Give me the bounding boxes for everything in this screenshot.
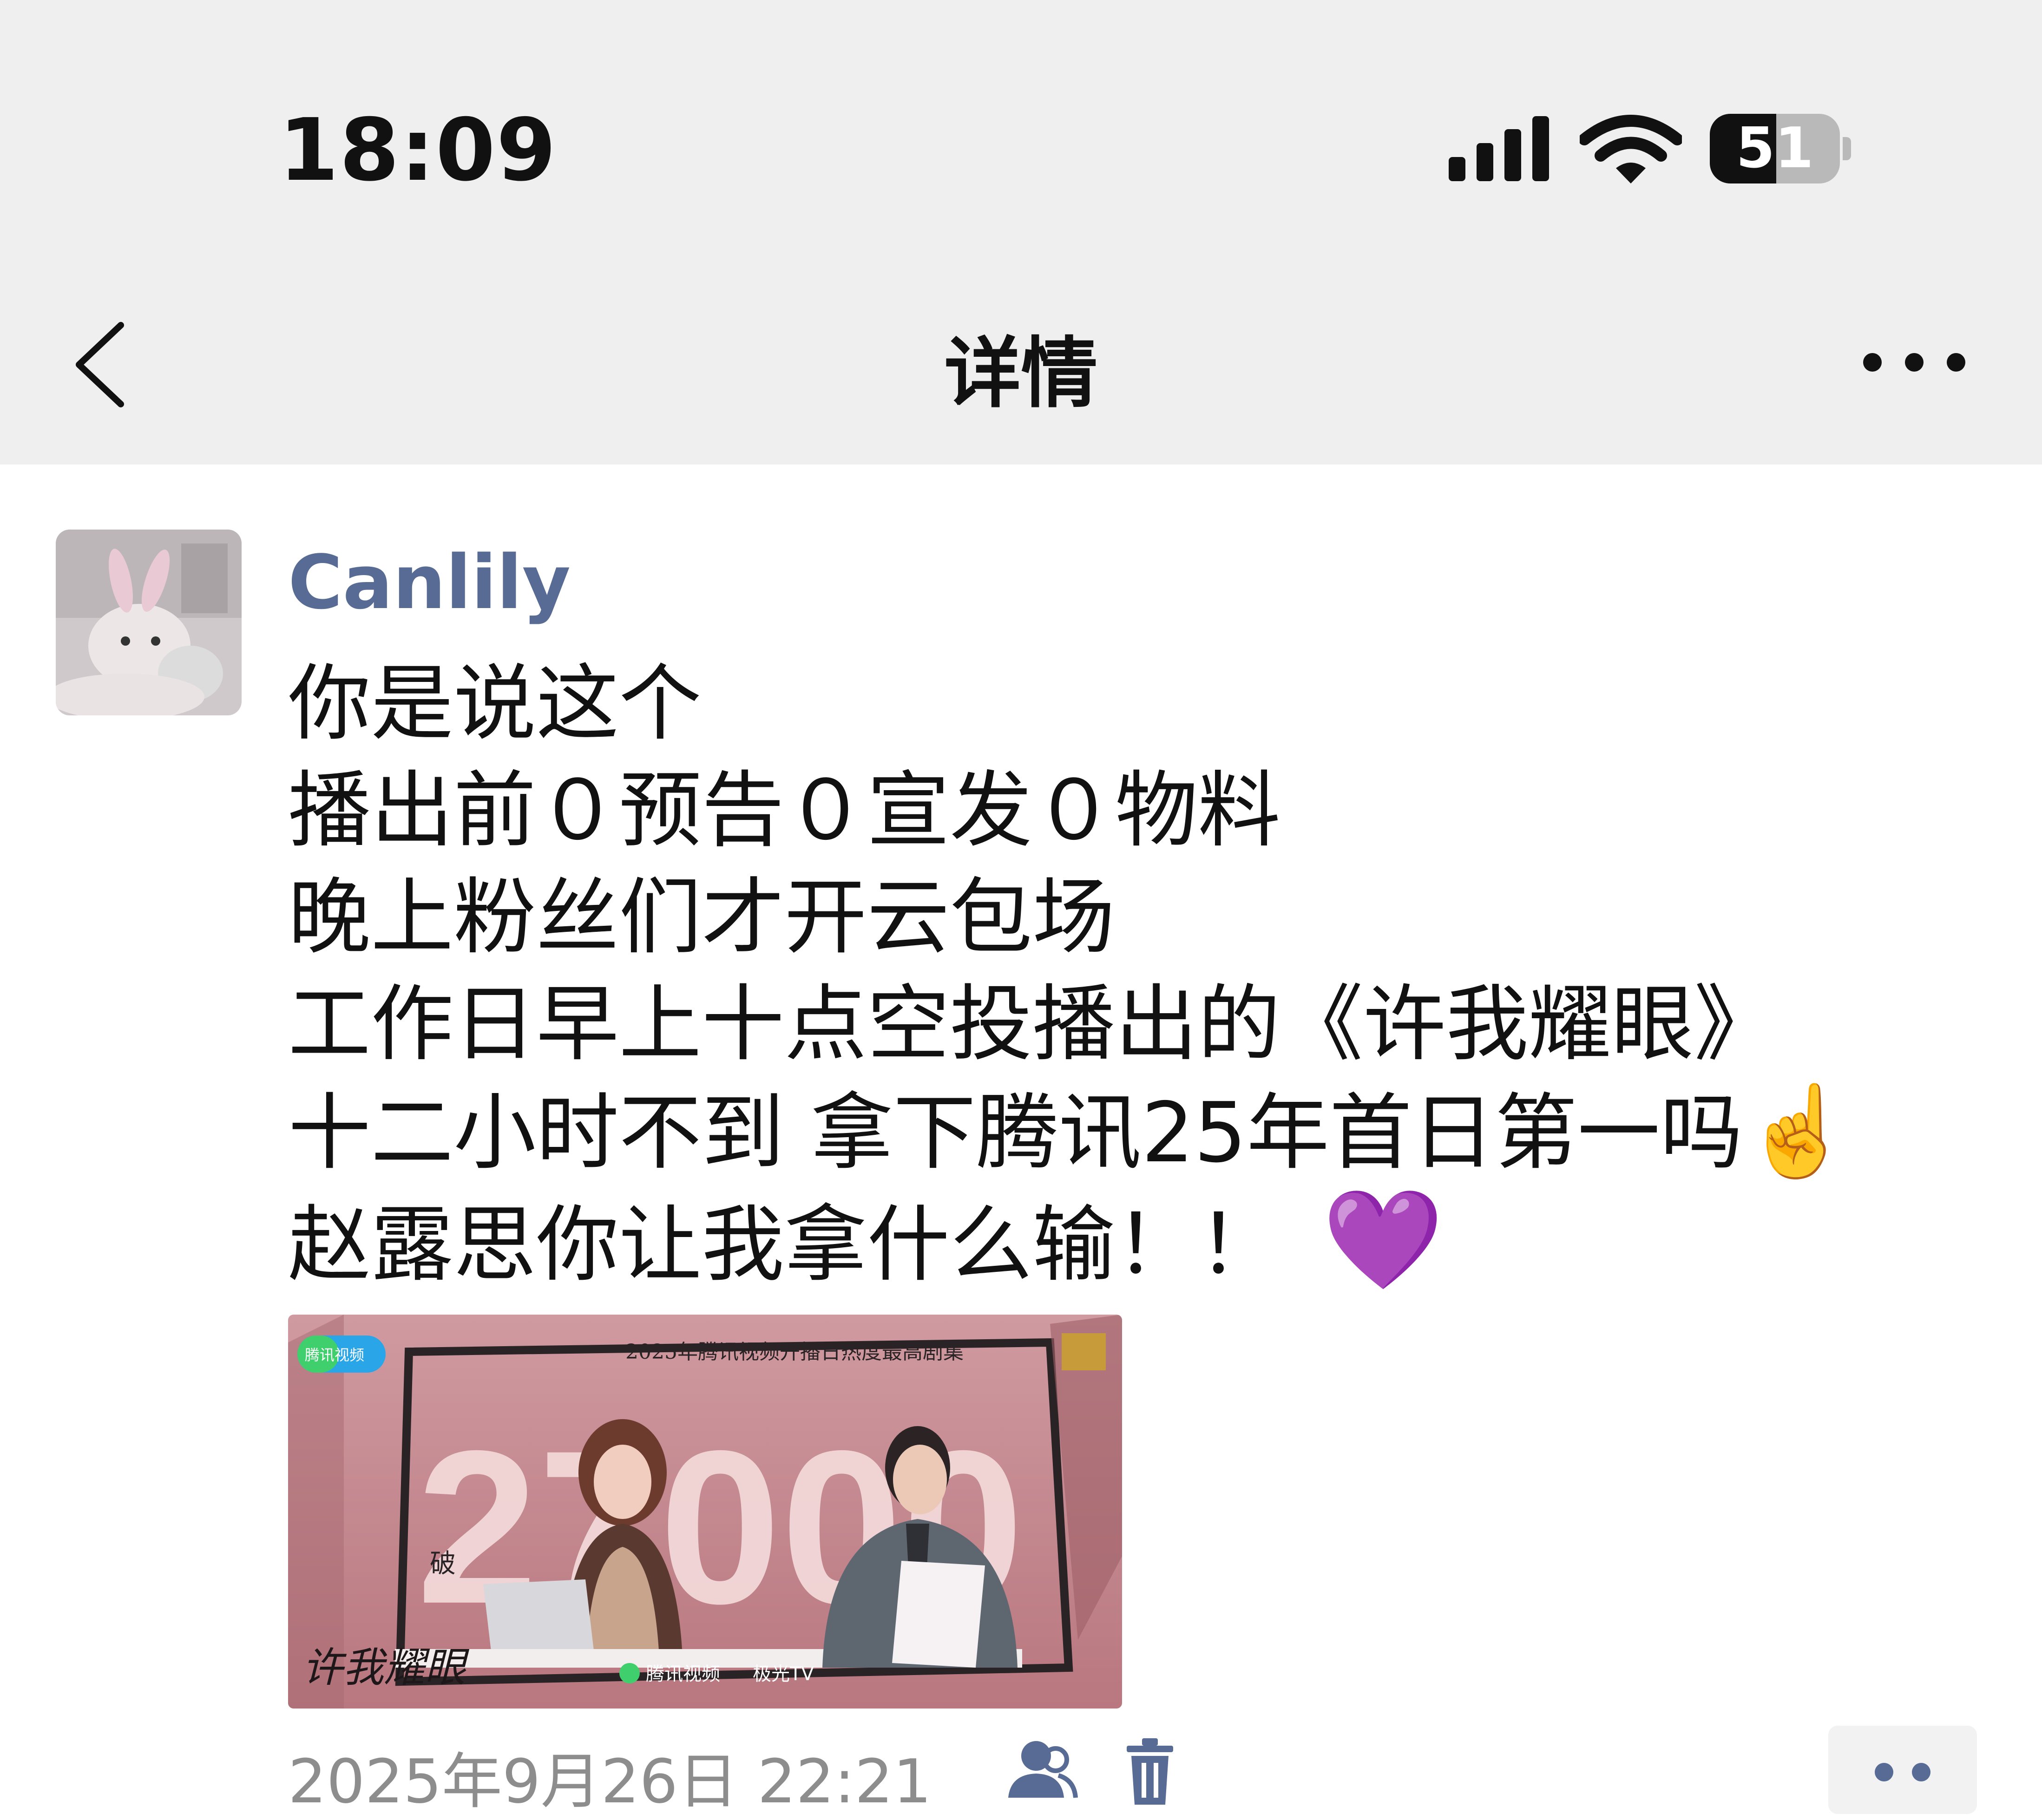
poster-bottom-brand2: 极光TV	[753, 1663, 814, 1685]
post-line: 晚上粉丝们才开云包场	[288, 869, 1115, 965]
poster-logo-text: 腾讯视频	[305, 1346, 364, 1364]
post-line: 播出前０预告０宣发０物料	[288, 762, 1280, 858]
friends-visibility-icon[interactable]	[1004, 1737, 1078, 1807]
ellipsis-icon-dot	[1863, 353, 1882, 372]
post-timestamp: 2025年9月26日 22:21	[288, 1746, 932, 1817]
post-text: 你是说这个 播出前０预告０宣发０物料 晚上粉丝们才开云包场 工作日早上十点空投播…	[288, 650, 1984, 1298]
cellular-signal-icon	[1449, 116, 1551, 181]
more-options-button[interactable]	[1863, 346, 1965, 379]
poster-bottom-brand: 腾讯视频	[646, 1663, 720, 1685]
poster-calligraphy-title: 许我耀眼	[302, 1643, 470, 1691]
post-author[interactable]: Canlily	[288, 539, 571, 626]
battery-tip	[1843, 137, 1851, 160]
comment-more-icon-dot	[1912, 1763, 1930, 1781]
wifi-icon	[1580, 115, 1682, 183]
post-image[interactable]: 27000 2025年腾讯视频开播日热度最高剧集 腾讯视频 破 许我耀眼 腾讯视…	[288, 1315, 1122, 1709]
purple-heart-emoji: 💜	[1322, 1183, 1444, 1296]
post-line: 赵露思你让我拿什么输！！ 💜	[288, 1186, 1984, 1298]
avatar[interactable]	[56, 530, 242, 715]
post-line-text: 赵露思你让我拿什么输！！	[288, 1197, 1280, 1293]
battery-icon: 51	[1710, 114, 1840, 183]
status-time: 18:09	[279, 100, 557, 200]
poster-side-char: 破	[430, 1549, 456, 1579]
post-line: 你是说这个	[288, 655, 702, 752]
post-line: 工作日早上十点空投播出的《许我耀眼》	[288, 976, 1777, 1072]
ellipsis-icon-dot	[1947, 353, 1965, 372]
page-title: 详情	[944, 329, 1098, 418]
trash-icon[interactable]	[1124, 1737, 1175, 1807]
comment-more-icon-dot	[1875, 1763, 1893, 1781]
battery-level: 51	[1736, 116, 1814, 181]
post-line: 十二小时不到 拿下腾讯25年首日第一吗☝️	[288, 1078, 1984, 1186]
comment-more-button[interactable]	[1828, 1726, 1977, 1814]
poster-header-text: 2025年腾讯视频开播日热度最高剧集	[625, 1340, 964, 1364]
ellipsis-icon-dot	[1905, 353, 1924, 372]
post-line-text: 十二小时不到 拿下腾讯25年首日第一吗	[288, 1085, 1743, 1181]
pointing-up-emoji: ☝️	[1743, 1080, 1853, 1182]
